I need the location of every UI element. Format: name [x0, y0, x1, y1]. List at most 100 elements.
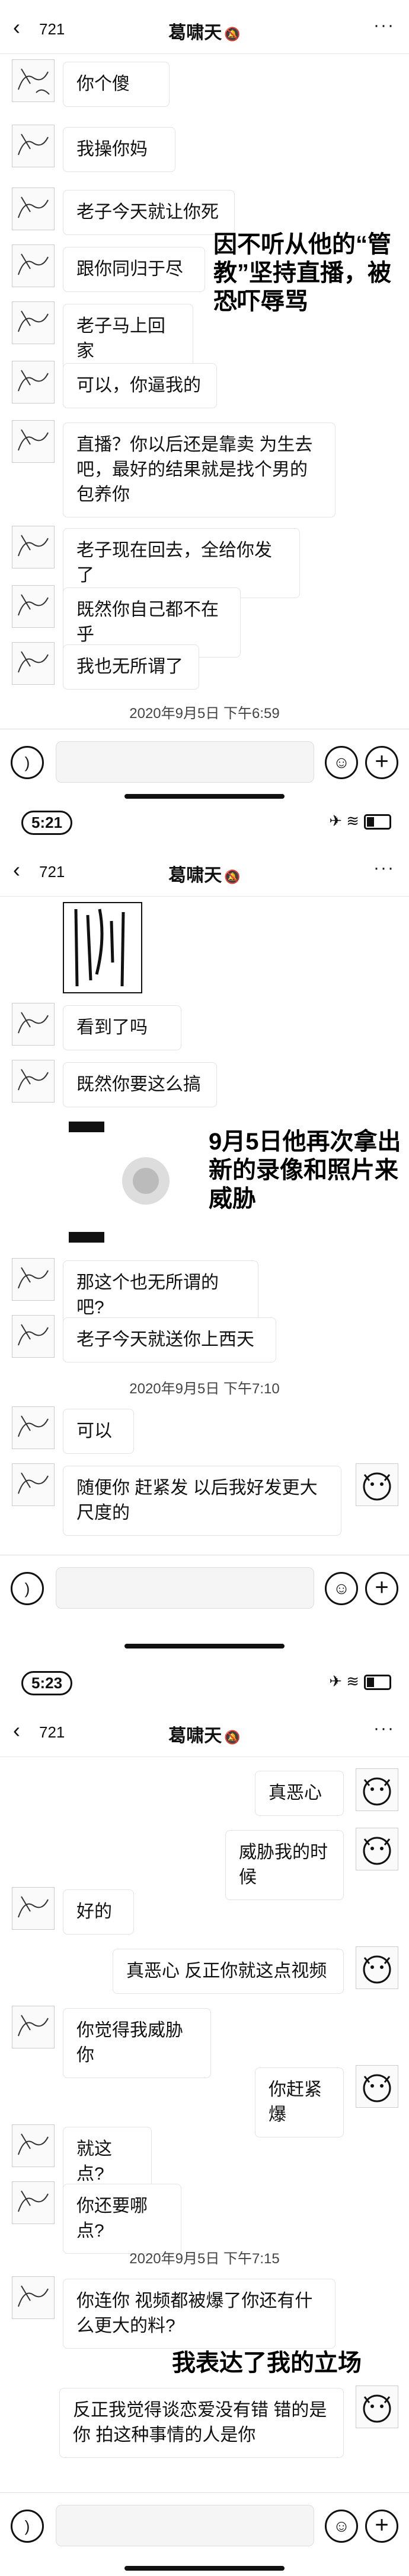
self-avatar[interactable] — [356, 1463, 398, 1506]
voice-icon[interactable]: ) — [11, 1572, 44, 1605]
avatar[interactable] — [12, 361, 55, 404]
message-bubble[interactable]: 老子今天就送你上西天 — [63, 1317, 276, 1362]
avatar[interactable] — [12, 1463, 55, 1506]
ellipsis-icon[interactable]: ··· — [373, 15, 395, 36]
self-avatar[interactable] — [356, 1768, 398, 1811]
chat-title-text: 葛啸天 — [168, 1726, 222, 1746]
emoji-icon[interactable]: ☺ — [325, 2510, 358, 2543]
voice-icon[interactable]: ) — [11, 2510, 44, 2543]
bell-muted-icon: 🔕 — [224, 1730, 241, 1745]
avatar[interactable] — [12, 2006, 55, 2048]
status-bar: 5:23 ✈ ≋ — [0, 1662, 409, 1703]
message-bubble[interactable]: 你连你 视频都被爆了你还有什么更大的料? — [63, 2279, 335, 2349]
chat-header: ‹ 721 葛啸天 🔕 ··· — [0, 1703, 409, 1757]
avatar[interactable] — [12, 59, 55, 102]
emoji-icon[interactable]: ☺ — [325, 746, 358, 779]
message-bubble[interactable]: 老子今天就让你死 — [63, 190, 235, 235]
message-bubble[interactable]: 你还要哪点? — [63, 2184, 181, 2254]
message-bubble[interactable]: 既然你要这么搞 — [63, 1062, 217, 1107]
message-bubble[interactable]: 真恶心 — [255, 1771, 344, 1816]
message-bubble[interactable]: 我操你妈 — [63, 127, 175, 172]
annotation-text: 因不听从他的“管教”坚持直播，被恐吓辱骂 — [213, 231, 391, 315]
photo-message[interactable] — [63, 902, 142, 993]
message-bubble[interactable]: 你个傻 — [63, 62, 170, 107]
chat-screen-2: 5:21 ✈ ≋ ‹ 721 葛啸天 🔕 ··· 看到了吗 既然你要这么搞 9月5… — [0, 801, 409, 1662]
chat-title-text: 葛啸天 — [168, 866, 222, 885]
avatar[interactable] — [12, 1258, 55, 1301]
message-bubble[interactable]: 威胁我的时候 — [225, 1830, 344, 1900]
message-bubble[interactable]: 你觉得我威胁你 — [63, 2008, 211, 2078]
avatar[interactable] — [12, 1406, 55, 1449]
self-avatar[interactable] — [356, 2386, 398, 2428]
avatar[interactable] — [12, 1003, 55, 1046]
avatar[interactable] — [12, 585, 55, 628]
chat-screen-1: ‹ 721 葛啸天 🔕 ··· 你个傻 我操你妈 老子今天就让你死 跟你同归于尽 … — [0, 0, 409, 801]
avatar[interactable] — [12, 2276, 55, 2319]
avatar[interactable] — [12, 2124, 55, 2167]
emoji-icon[interactable]: ☺ — [325, 1572, 358, 1605]
ellipsis-icon[interactable]: ··· — [373, 858, 395, 878]
wifi-icon: ≋ — [346, 1672, 359, 1690]
status-icons: ✈ ≋ — [329, 1672, 391, 1691]
chat-header: ‹ 721 葛啸天 🔕 ··· — [0, 843, 409, 897]
bell-muted-icon: 🔕 — [224, 869, 241, 884]
photo-content — [74, 909, 125, 987]
message-bubble[interactable]: 可以 — [63, 1409, 134, 1454]
bell-muted-icon: 🔕 — [224, 27, 241, 42]
message-bubble[interactable]: 可以，你逼我的 — [63, 363, 217, 408]
annotation-text: 我表达了我的立场 — [172, 2350, 362, 2376]
message-bubble[interactable]: 反正我觉得谈恋爱没有错 错的是你 拍这种事情的人是你 — [59, 2388, 344, 2458]
annotation-text: 9月5日他再次拿出新的录像和照片来威胁 — [209, 1129, 401, 1212]
message-input[interactable] — [56, 741, 314, 783]
chat-title: 葛啸天 🔕 — [0, 1721, 409, 1747]
airplane-icon: ✈ — [329, 1672, 342, 1690]
chat-screen-3: 5:23 ✈ ≋ ‹ 721 葛啸天 🔕 ··· 真恶心 威胁我的时候 好的 真恶… — [0, 1662, 409, 2576]
avatar[interactable] — [12, 642, 55, 685]
timestamp: 2020年9月5日 下午7:15 — [129, 2251, 280, 2267]
avatar[interactable] — [12, 1887, 55, 1930]
plus-icon[interactable]: + — [365, 746, 398, 779]
avatar[interactable] — [12, 1315, 55, 1358]
battery-icon — [364, 814, 391, 830]
avatar[interactable] — [12, 301, 55, 344]
plus-icon[interactable]: + — [365, 1572, 398, 1605]
message-input[interactable] — [56, 2505, 314, 2546]
input-bar: ) ☺ + — [0, 1555, 409, 1621]
battery-icon — [364, 1675, 391, 1691]
self-avatar[interactable] — [356, 1946, 398, 1989]
message-input[interactable] — [56, 1567, 314, 1609]
voice-icon[interactable]: ) — [11, 746, 44, 779]
chat-title-text: 葛啸天 — [168, 23, 222, 43]
message-bubble[interactable]: 好的 — [63, 1889, 134, 1935]
airplane-icon: ✈ — [329, 812, 342, 830]
message-bubble[interactable]: 随便你 赶紧发 以后我好发更大尺度的 — [63, 1466, 341, 1536]
timestamp: 2020年9月5日 下午7:10 — [129, 1381, 280, 1397]
avatar[interactable] — [12, 125, 55, 167]
chat-title: 葛啸天 🔕 — [0, 18, 409, 44]
home-indicator — [124, 2566, 285, 2571]
message-bubble[interactable]: 真恶心 反正你就这点视频 — [113, 1949, 344, 1994]
ellipsis-icon[interactable]: ··· — [373, 1719, 395, 1739]
self-avatar[interactable] — [356, 2065, 398, 2108]
plus-icon[interactable]: + — [365, 2510, 398, 2543]
self-avatar[interactable] — [356, 1828, 398, 1870]
avatar[interactable] — [12, 420, 55, 463]
message-bubble[interactable]: 直播？你以后还是靠卖 为生去吧，最好的结果就是找个男的包养你 — [63, 423, 335, 517]
message-bubble[interactable]: 跟你同归于尽 — [63, 247, 205, 292]
avatar[interactable] — [12, 526, 55, 568]
blurred-content — [122, 1157, 170, 1205]
avatar[interactable] — [12, 2181, 55, 2224]
message-bubble[interactable]: 看到了吗 — [63, 1005, 181, 1050]
message-bubble[interactable]: 我也无所谓了 — [63, 644, 199, 690]
input-bar: ) ☺ + — [0, 729, 409, 795]
censored-image[interactable] — [63, 1116, 199, 1246]
wifi-icon: ≋ — [346, 812, 359, 830]
home-indicator — [124, 794, 285, 799]
input-bar: ) ☺ + — [0, 2492, 409, 2558]
message-bubble[interactable]: 你赶紧爆 — [255, 2067, 344, 2137]
avatar[interactable] — [12, 244, 55, 287]
timestamp: 2020年9月5日 下午6:59 — [129, 706, 280, 722]
avatar[interactable] — [12, 1060, 55, 1103]
avatar[interactable] — [12, 188, 55, 230]
chat-title: 葛啸天 🔕 — [0, 860, 409, 887]
